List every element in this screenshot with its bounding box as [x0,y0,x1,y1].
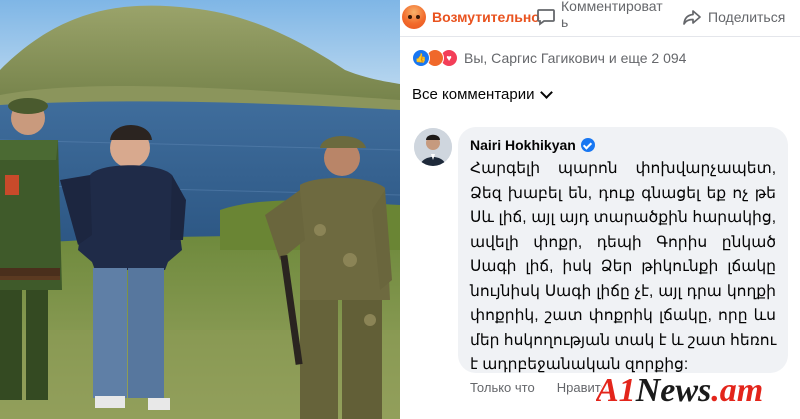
comment-timestamp[interactable]: Только что [470,380,535,395]
a1news-watermark-logo: A1News.am [596,371,764,410]
svg-text:A1News.am: A1News.am [596,372,763,409]
comment-line: մեր հսկողության տակ է և շատ հեռու [470,331,777,349]
comment-bubble-icon [537,9,555,26]
chevron-down-icon [540,86,554,99]
comment-button[interactable]: Комментироват ь [536,0,663,34]
comment-bubble: Nairi Hokhikyan Հարգելի պարոն փոխվարչապե… [458,127,788,373]
comment-text: Հարգելի պարոն փոխվարչապետ, Ձեզ խաբել են,… [470,157,776,378]
comment-label: Комментироват ь [561,0,663,30]
verified-badge-icon [580,138,595,152]
facebook-panel: Возмутительно Комментироват ь Поделиться… [400,0,800,419]
comment-author[interactable]: Nairi Hokhikyan [470,137,595,153]
share-arrow-icon [683,10,701,25]
reactions-summary-text: Вы, Саргис Гагикович и еще 2 094 [464,50,687,66]
comment-line: ավելի փոքր, դեպի Գորիս ընկած [470,233,776,251]
comments-filter-label: Все комментарии [412,86,535,103]
comment-line: Հարգելի պարոն փոխվարչապետ, [470,160,776,177]
comment-line: նույնիսկ Սագի լիճը չէ, այլ դրա կողքի [470,282,776,300]
comments-filter-dropdown[interactable]: Все комментарии [412,86,554,103]
comment-line: Սագի լիճ, իսկ Ձեր թիկունքի լճակը [470,258,776,275]
share-label: Поделиться [708,9,786,25]
angry-reaction-icon [402,5,426,29]
share-button[interactable]: Поделиться [682,0,785,34]
news-photo [0,0,400,419]
comment-line: Սև լիճ, այլ այդ տարածքին հարակից, [470,209,776,226]
divider [400,36,800,37]
comment-author-name: Nairi Hokhikyan [470,137,576,153]
avatar[interactable] [414,128,452,166]
reactions-summary[interactable]: 👍 ♥ Вы, Саргис Гагикович и еще 2 094 [412,46,686,70]
post-action-bar: Возмутительно Комментироват ь Поделиться [400,0,800,34]
reaction-button[interactable]: Возмутительно [402,0,540,34]
reaction-label: Возмутительно [432,9,540,25]
comment-line: Ձեզ խաբել են, դուք գնացել եք ոչ թե [470,184,776,202]
like-icon: 👍 [412,49,430,67]
comment-line: փոքրիկ, շատ փոքրիկ լճակը, որը ևս [470,307,776,324]
